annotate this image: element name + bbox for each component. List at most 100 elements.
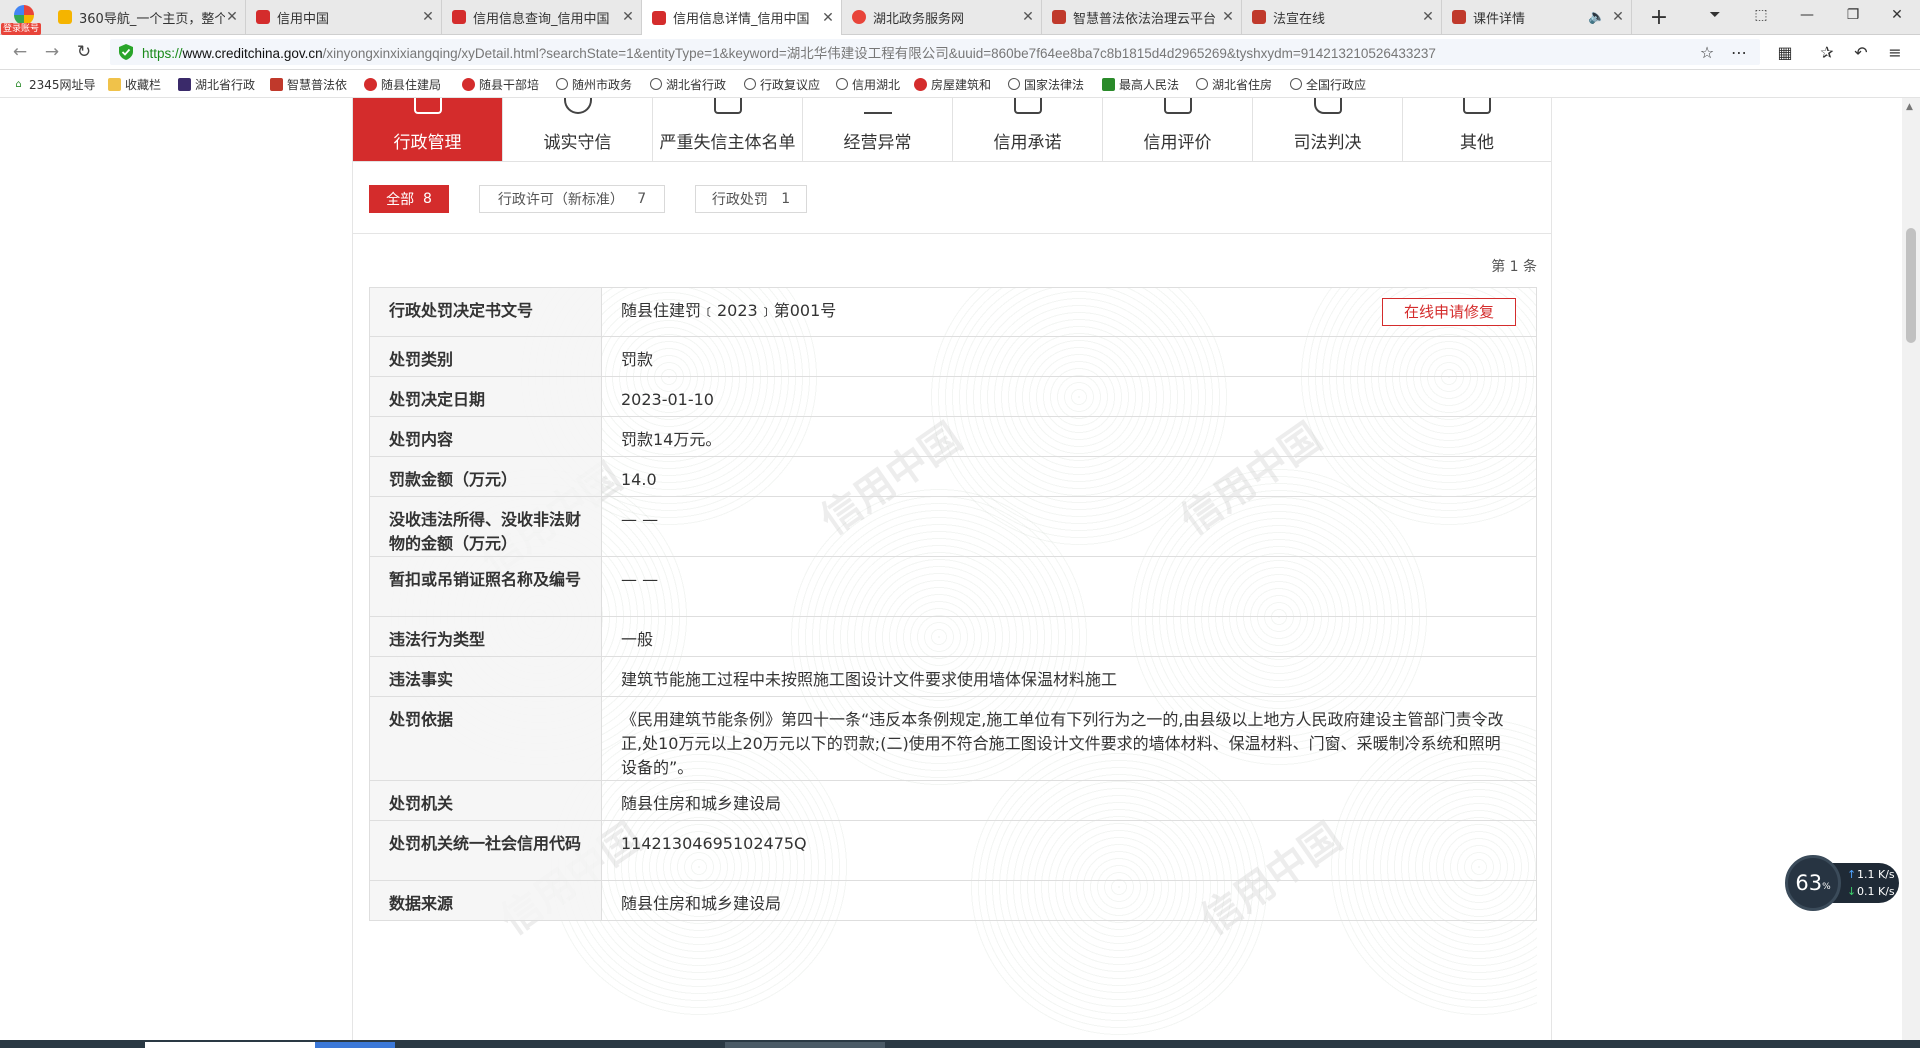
browser-tab[interactable]: 湖北政务服务网 ✕ — [842, 0, 1042, 34]
globe-icon — [1196, 78, 1208, 90]
more-icon[interactable]: ⋯ — [1728, 43, 1750, 62]
nav-tab-integrity[interactable]: 诚实守信 — [503, 98, 653, 161]
maximize-icon[interactable]: ❐ — [1830, 0, 1876, 30]
bookmark-folder[interactable]: 收藏栏 — [108, 75, 161, 93]
close-tab-icon[interactable]: ✕ — [821, 10, 835, 26]
close-tab-icon[interactable]: ✕ — [621, 9, 635, 25]
bookmark-item[interactable]: ⌂ 2345网址导 — [12, 75, 95, 93]
field-value: 2023-01-10 — [601, 376, 1537, 417]
close-tab-icon[interactable]: ✕ — [1611, 9, 1625, 25]
url-text: https://www.creditchina.gov.cn/xinyongxi… — [142, 42, 1436, 62]
close-tab-icon[interactable]: ✕ — [1021, 9, 1035, 25]
browser-tab[interactable]: 信用中国 ✕ — [246, 0, 442, 34]
bookmark-item[interactable]: 行政复议应 — [744, 75, 820, 93]
browser-tab[interactable]: 法宣在线 ✕ — [1242, 0, 1442, 34]
nav-tab-credit-evaluation[interactable]: 信用评价 — [1103, 98, 1253, 161]
vertical-scrollbar[interactable]: ▲ — [1902, 98, 1920, 1040]
reload-icon[interactable]: ↻ — [72, 41, 96, 63]
tab-title: 360导航_一个主页，整个世界 — [79, 11, 225, 27]
bookmark-item[interactable]: 全国行政应 — [1290, 75, 1366, 93]
bookmark-item[interactable]: 湖北省行政 — [178, 75, 255, 93]
bookmarks-bar: ⌂ 2345网址导 收藏栏 湖北省行政 智慧普法依 随县住建局 随县干部培 随州市… — [0, 70, 1920, 98]
tab-favicon-icon — [452, 10, 466, 24]
field-label: 没收违法所得、没收非法财物的金额（万元） — [369, 496, 602, 557]
mute-tab-icon[interactable]: 🔈 — [1583, 9, 1611, 25]
apply-repair-button[interactable]: 在线申请修复 — [1382, 298, 1516, 326]
taskbar-item[interactable] — [145, 1042, 315, 1048]
nav-tab-abnormal-operation[interactable]: 经营异常 — [803, 98, 953, 161]
field-label: 处罚类别 — [369, 336, 602, 377]
bookmark-item[interactable]: 随州市政务 — [556, 75, 632, 93]
browser-tab[interactable]: 信用信息查询_信用中国 ✕ — [442, 0, 642, 34]
globe-icon — [744, 78, 756, 90]
back-icon[interactable]: ← — [8, 41, 32, 63]
browser-tab[interactable]: 课件详情 🔈 ✕ — [1442, 0, 1632, 34]
close-tab-icon[interactable]: ✕ — [421, 9, 435, 25]
bookmark-item[interactable]: 国家法律法 — [1008, 75, 1084, 93]
decision-number: 随县住建罚﹝2023﹞第001号 — [621, 301, 837, 320]
forward-icon[interactable]: → — [40, 41, 64, 63]
nav-tab-dishonest-list[interactable]: 严重失信主体名单 — [653, 98, 803, 161]
table-row: 处罚机关统一社会信用代码 11421304695102475Q — [369, 820, 1537, 881]
nav-tab-label: 信用承诺 — [993, 133, 1062, 153]
globe-icon — [650, 78, 662, 90]
nav-tab-judicial-judgment[interactable]: 司法判决 — [1253, 98, 1403, 161]
close-tab-icon[interactable]: ✕ — [1221, 9, 1235, 25]
penalty-detail-table: 行政处罚决定书文号 随县住建罚﹝2023﹞第001号 在线申请修复 处罚类别 罚… — [369, 287, 1537, 921]
new-tab-button[interactable]: + — [1632, 0, 1682, 34]
judicial-judgment-icon — [1313, 98, 1342, 114]
filter-admin-penalty[interactable]: 行政处罚 1 — [695, 185, 807, 213]
field-value: 一般 — [601, 616, 1537, 657]
nav-tab-admin-management[interactable]: 行政管理 — [353, 98, 503, 161]
field-value: 11421304695102475Q — [601, 820, 1537, 881]
nav-tab-other[interactable]: 其他 — [1403, 98, 1551, 161]
field-value: 随县住房和城乡建设局 — [601, 880, 1537, 921]
undo-icon[interactable]: ↶ — [1850, 43, 1872, 62]
tab-title: 湖北政务服务网 — [873, 11, 965, 27]
upload-speed: ↑1.1 K/s — [1847, 868, 1895, 881]
tab-list-icon[interactable]: ⏷ — [1692, 0, 1738, 30]
apps-grid-icon[interactable]: ▦ — [1774, 43, 1796, 62]
favorites-icon[interactable]: ✰ — [1816, 43, 1838, 62]
bookmark-item[interactable]: 湖北省行政 — [650, 75, 726, 93]
bookmark-item[interactable]: 智慧普法依 — [270, 75, 347, 93]
filter-count: 8 — [422, 191, 432, 207]
nav-tab-credit-commitment[interactable]: 信用承诺 — [953, 98, 1103, 161]
os-taskbar — [0, 1040, 1920, 1048]
bookmark-item[interactable]: 房屋建筑和 — [914, 75, 991, 93]
field-value: 《民用建筑节能条例》第四十一条“违反本条例规定,施工单位有下列行为之一的,由县级… — [601, 696, 1537, 781]
scroll-up-icon[interactable]: ▲ — [1906, 102, 1913, 112]
bookmark-item[interactable]: 信用湖北 — [836, 75, 900, 93]
login-badge-label: 登录账号 — [1, 23, 42, 35]
browser-tab[interactable]: 360导航_一个主页，整个世界 ✕ — [48, 0, 246, 34]
url-field[interactable]: https://www.creditchina.gov.cn/xinyongxi… — [110, 39, 1760, 65]
house-icon: ⌂ — [15, 78, 22, 90]
browser-tab[interactable]: 智慧普法依法治理云平台 ✕ — [1042, 0, 1242, 34]
menu-icon[interactable]: ≡ — [1884, 43, 1906, 62]
bookmark-item[interactable]: 最高人民法 — [1102, 75, 1179, 93]
filter-admin-license[interactable]: 行政许可（新标准） 7 — [479, 185, 665, 213]
network-speed-widget[interactable]: 63% ↑1.1 K/s ↓0.1 K/s — [1785, 855, 1900, 911]
globe-icon — [836, 78, 848, 90]
skin-icon[interactable]: ⬚ — [1738, 0, 1784, 30]
emblem-icon — [462, 77, 475, 91]
taskbar-item[interactable] — [725, 1042, 885, 1048]
bookmark-star-icon[interactable]: ☆ — [1696, 43, 1718, 62]
close-tab-icon[interactable]: ✕ — [225, 9, 239, 25]
url-protocol: https:// — [142, 46, 183, 61]
close-window-icon[interactable]: ✕ — [1874, 0, 1920, 30]
bookmark-item[interactable]: 随县住建局 — [364, 75, 441, 93]
taskbar-item[interactable] — [315, 1042, 395, 1048]
bookmark-item[interactable]: 随县干部培 — [462, 75, 539, 93]
table-row: 违法事实 建筑节能施工过程中未按照施工图设计文件要求使用墙体保温材料施工 — [369, 656, 1537, 697]
close-tab-icon[interactable]: ✕ — [1421, 9, 1435, 25]
filter-count: 1 — [781, 191, 791, 207]
bookmark-item[interactable]: 湖北省住房 — [1196, 75, 1272, 93]
filter-all[interactable]: 全部 8 — [369, 185, 449, 213]
scroll-thumb[interactable] — [1906, 228, 1916, 343]
login-account-badge[interactable]: 登录账号 — [0, 0, 48, 35]
browser-tab-active[interactable]: 信用信息详情_信用中国 ✕ — [642, 0, 842, 35]
minimize-icon[interactable]: — — [1784, 0, 1830, 30]
url-host: www.creditchina.gov.cn — [182, 46, 323, 61]
tab-favicon-icon — [58, 10, 72, 24]
